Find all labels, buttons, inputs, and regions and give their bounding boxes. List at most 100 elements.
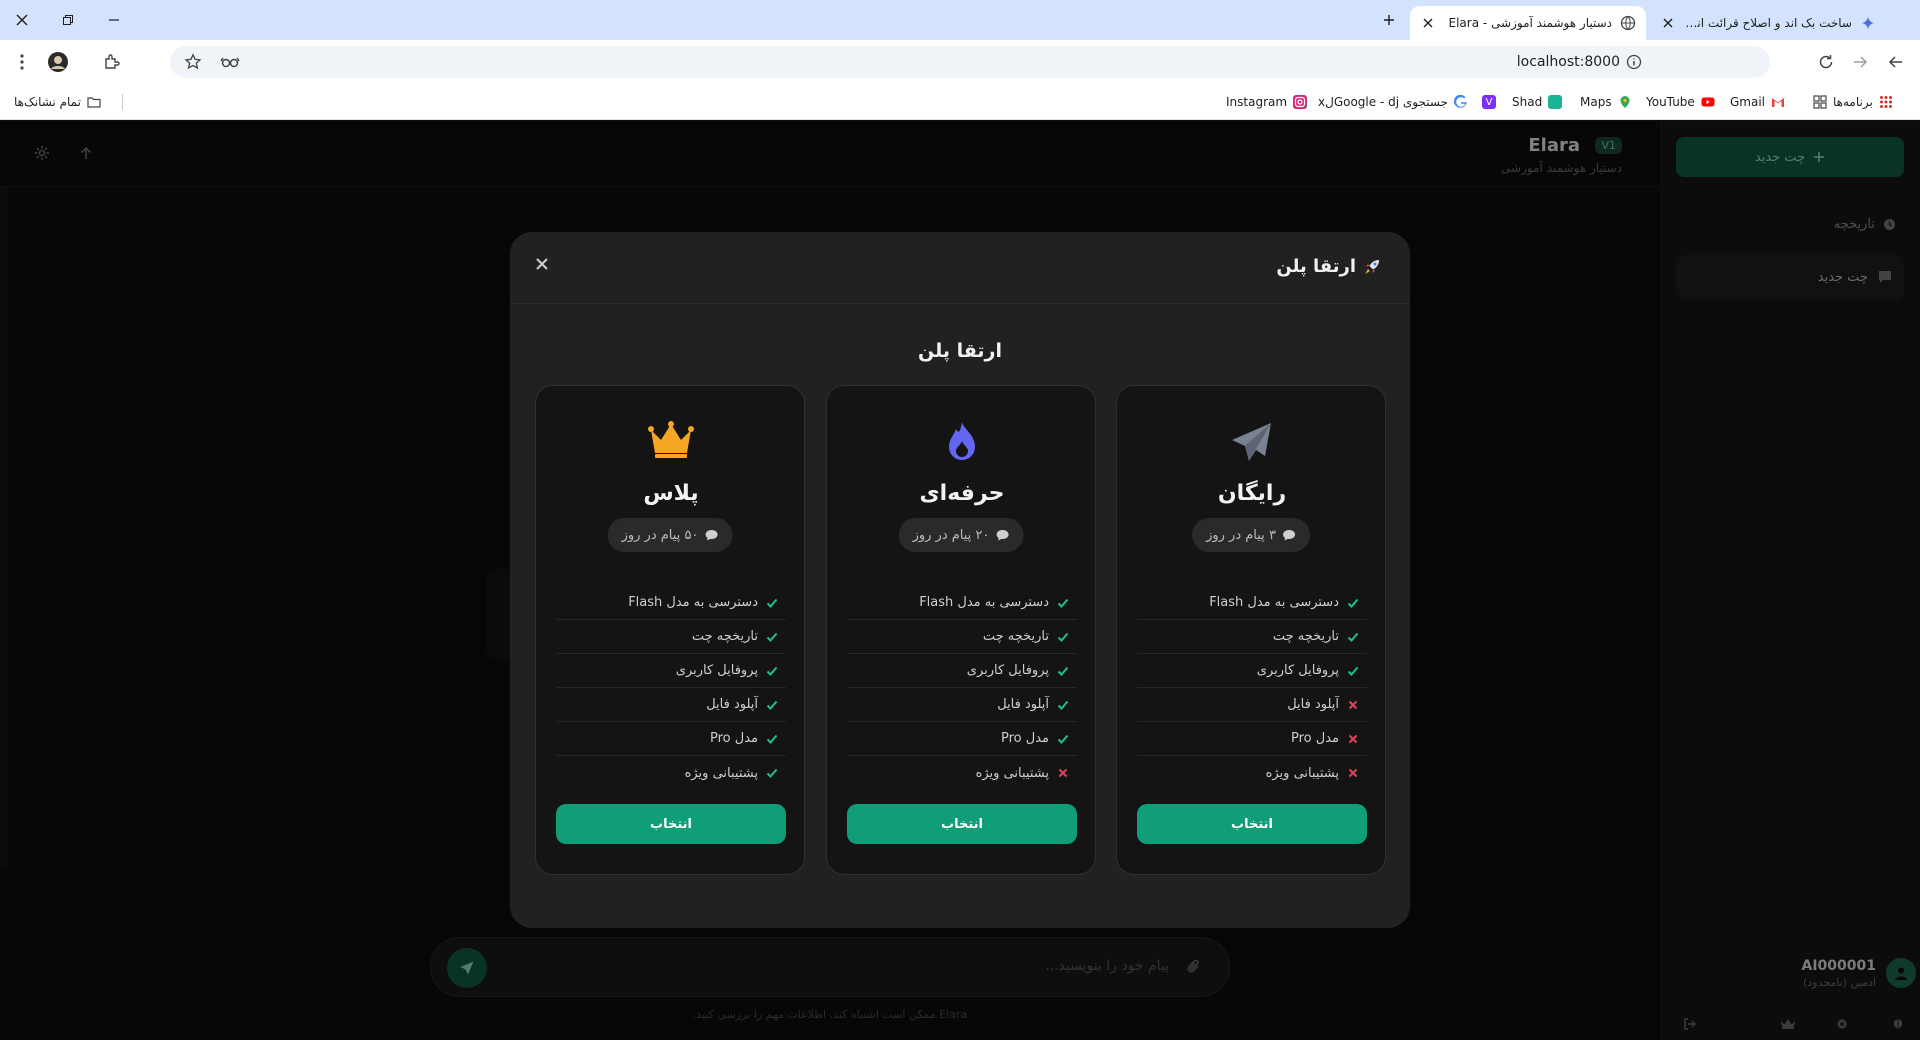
bookmark-grid[interactable] bbox=[1813, 93, 1827, 111]
tracking-eye-icon[interactable] bbox=[220, 55, 240, 69]
cross-icon bbox=[1347, 767, 1359, 779]
apps-icon bbox=[1879, 95, 1893, 109]
profile-avatar[interactable] bbox=[46, 50, 70, 74]
bookmark-apps[interactable]: برنامه‌ها bbox=[1833, 93, 1893, 111]
tab-title: دستیار هوشمند آموزشی - Elara bbox=[1448, 16, 1613, 30]
browser-tab-strip: دستیار هوشمند آموزشی - Elara ساخت بک اند… bbox=[0, 0, 1920, 40]
tab-title: ساخت بک اند و اصلاح قرائت اند ج bbox=[1684, 16, 1852, 30]
bookmark-shad[interactable]: Shad bbox=[1512, 93, 1563, 111]
feature-list: دسترسی به مدل Flash تاریخچه چت پروفایل کار… bbox=[847, 586, 1077, 790]
v-icon: V bbox=[1482, 95, 1496, 109]
close-tab-icon[interactable] bbox=[1660, 15, 1676, 31]
cross-icon bbox=[1057, 767, 1069, 779]
youtube-icon bbox=[1701, 95, 1715, 109]
feature-row: مدل Pro bbox=[847, 722, 1077, 756]
feature-row: آپلود فایل bbox=[556, 688, 786, 722]
check-icon bbox=[1347, 665, 1359, 677]
extensions-icon[interactable] bbox=[100, 50, 124, 74]
check-icon bbox=[1347, 631, 1359, 643]
bookmark-label: Maps bbox=[1580, 95, 1612, 109]
check-icon bbox=[1057, 733, 1069, 745]
bookmark-maps[interactable]: Maps bbox=[1580, 93, 1632, 111]
feature-label: پشتیبانی ویژه bbox=[684, 765, 758, 781]
check-icon bbox=[1057, 597, 1069, 609]
choose-plan-button[interactable]: انتخاب bbox=[847, 804, 1077, 844]
rocket-icon bbox=[1362, 257, 1382, 277]
feature-label: آپلود فایل bbox=[1287, 697, 1339, 712]
modal-title-text: ارتقا پلن bbox=[1276, 256, 1356, 277]
plans-heading: ارتقا پلن bbox=[918, 340, 1002, 362]
grid-icon bbox=[1813, 95, 1827, 109]
tab-elara[interactable]: دستیار هوشمند آموزشی - Elara bbox=[1410, 6, 1646, 40]
feature-row: پروفایل کاربری bbox=[556, 654, 786, 688]
site-info-icon[interactable] bbox=[1626, 54, 1642, 70]
bookmarks-bar: تمام نشانک‌ها برنامه‌ها Gmail YouTube Ma… bbox=[0, 84, 1920, 120]
plan-name: رایگان bbox=[1217, 481, 1287, 506]
cross-icon bbox=[1347, 699, 1359, 711]
close-modal-icon[interactable] bbox=[532, 254, 552, 274]
url-text: localhost:8000 bbox=[1516, 54, 1620, 70]
back-icon[interactable] bbox=[1884, 50, 1908, 74]
minimize-window-icon[interactable] bbox=[102, 8, 126, 32]
feature-label: تاریخچه چت bbox=[691, 629, 758, 644]
feature-row: تاریخچه چت bbox=[556, 620, 786, 654]
choose-plan-button[interactable]: انتخاب bbox=[556, 804, 786, 844]
message-quota-badge: ۲۰ پیام در روز bbox=[898, 518, 1024, 552]
check-icon bbox=[766, 699, 778, 711]
feature-row: تاریخچه چت bbox=[1137, 620, 1367, 654]
feature-label: مدل Pro bbox=[1291, 731, 1339, 746]
feature-label: مدل Pro bbox=[1001, 731, 1049, 746]
feature-row: پروفایل کاربری bbox=[847, 654, 1077, 688]
feature-label: تاریخچه چت bbox=[1272, 629, 1339, 644]
forward-icon[interactable] bbox=[1848, 50, 1872, 74]
check-icon bbox=[1057, 699, 1069, 711]
bookmark-star-icon[interactable] bbox=[184, 53, 202, 71]
feature-label: تاریخچه چت bbox=[982, 629, 1049, 644]
comment-icon bbox=[996, 530, 1009, 541]
message-quota-label: ۳ پیام در روز bbox=[1206, 527, 1276, 543]
maps-icon bbox=[1618, 95, 1632, 109]
plan-name: حرفه‌ای bbox=[919, 481, 1005, 506]
feature-row: مدل Pro bbox=[556, 722, 786, 756]
feature-row: پشتیبانی ویژه bbox=[1137, 756, 1367, 790]
check-icon bbox=[1057, 665, 1069, 677]
gmail-icon bbox=[1771, 95, 1785, 109]
comment-icon bbox=[705, 530, 718, 541]
feature-row: پشتیبانی ویژه bbox=[847, 756, 1077, 790]
bookmark-divider bbox=[122, 94, 123, 110]
restore-window-icon[interactable] bbox=[56, 8, 80, 32]
tab-backend[interactable]: ساخت بک اند و اصلاح قرائت اند ج bbox=[1650, 6, 1886, 40]
feature-row: آپلود فایل bbox=[1137, 688, 1367, 722]
feature-list: دسترسی به مدل Flash تاریخچه چت پروفایل کار… bbox=[556, 586, 786, 790]
choose-plan-button[interactable]: انتخاب bbox=[1137, 804, 1367, 844]
check-icon bbox=[766, 597, 778, 609]
bookmark-youtube[interactable]: YouTube bbox=[1646, 93, 1715, 111]
globe-icon bbox=[1620, 15, 1636, 31]
new-tab-icon[interactable] bbox=[1379, 10, 1399, 30]
bookmark-v[interactable]: V bbox=[1482, 93, 1496, 111]
check-icon bbox=[1057, 631, 1069, 643]
address-bar[interactable]: localhost:8000 bbox=[170, 46, 1770, 78]
cross-icon bbox=[1347, 733, 1359, 745]
comment-icon bbox=[1282, 530, 1295, 541]
feature-label: آپلود فایل bbox=[997, 697, 1049, 712]
bookmark-label: جستجوی Google - djلx bbox=[1318, 95, 1448, 109]
bookmark-label: Shad bbox=[1512, 95, 1543, 109]
close-tab-icon[interactable] bbox=[1420, 15, 1436, 31]
bookmark-gmail[interactable]: Gmail bbox=[1730, 93, 1785, 111]
menu-dots-icon[interactable] bbox=[10, 50, 34, 74]
all-bookmarks[interactable]: تمام نشانک‌ها bbox=[14, 93, 101, 111]
bookmark-google[interactable]: جستجوی Google - djلx bbox=[1318, 93, 1468, 111]
bookmark-instagram[interactable]: Instagram bbox=[1226, 93, 1308, 111]
check-icon bbox=[766, 767, 778, 779]
crown-icon bbox=[536, 420, 806, 466]
feature-label: دسترسی به مدل Flash bbox=[919, 595, 1049, 610]
plan-card-plus: پلاس ۵۰ پیام در روز دسترسی به مدل Flash ت… bbox=[535, 385, 805, 875]
message-quota-label: ۵۰ پیام در روز bbox=[621, 527, 699, 543]
feature-label: پروفایل کاربری bbox=[675, 663, 758, 678]
check-icon bbox=[766, 665, 778, 677]
message-quota-badge: ۵۰ پیام در روز bbox=[607, 518, 733, 552]
fire-icon bbox=[827, 420, 1097, 466]
close-window-icon[interactable] bbox=[10, 8, 34, 32]
reload-icon[interactable] bbox=[1814, 50, 1838, 74]
